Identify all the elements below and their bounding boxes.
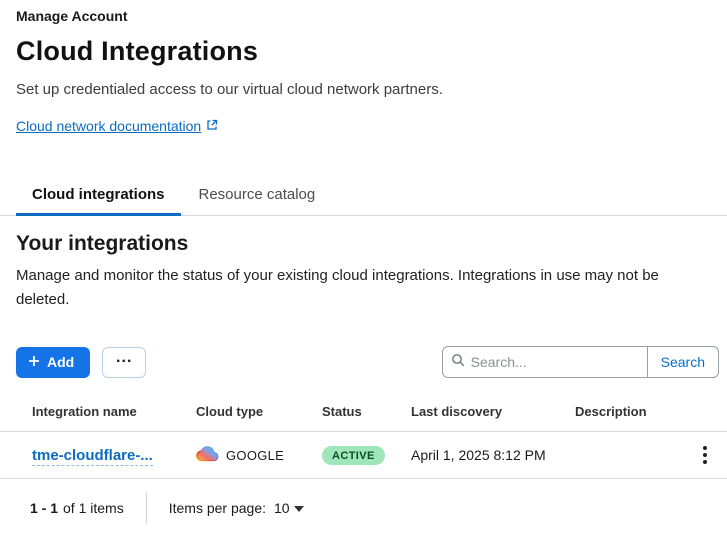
search-icon — [451, 353, 465, 372]
tab-bar: Cloud integrations Resource catalog — [0, 176, 727, 216]
column-header-status: Status — [322, 404, 411, 419]
table-row: tme-cloudflare-... — [0, 432, 727, 479]
search-button[interactable]: Search — [647, 346, 719, 378]
column-header-integration-name: Integration name — [32, 404, 196, 419]
search-box — [442, 346, 647, 378]
page-title: Cloud Integrations — [16, 36, 719, 67]
column-header-cloud-type: Cloud type — [196, 404, 322, 419]
kebab-menu-icon[interactable] — [697, 442, 713, 468]
column-header-description: Description — [575, 404, 677, 419]
integration-name-text: tme-cloudflare-... — [32, 447, 153, 466]
tab-resource-catalog[interactable]: Resource catalog — [183, 176, 332, 215]
pagination-total: of 1 items — [63, 500, 124, 516]
pagination-bar: 1 - 1 of 1 items Items per page: 10 — [0, 479, 727, 537]
add-button-label: Add — [47, 354, 74, 370]
items-per-page: Items per page: 10 — [169, 500, 304, 516]
breadcrumb: Manage Account — [16, 8, 719, 24]
search-group: Search — [442, 346, 719, 378]
items-per-page-value: 10 — [274, 500, 290, 516]
integration-name-link[interactable]: tme-cloudflare-... — [32, 447, 196, 464]
plus-icon — [28, 354, 40, 370]
cloud-type-cell: GOOGLE — [196, 444, 322, 466]
cloud-docs-link[interactable]: Cloud network documentation — [16, 118, 218, 134]
status-badge: ACTIVE — [322, 446, 385, 465]
status-cell: ACTIVE — [322, 446, 411, 465]
table-header-row: Integration name Cloud type Status Last … — [0, 404, 727, 432]
pagination-range: 1 - 1 — [30, 500, 58, 516]
external-link-icon — [206, 118, 218, 134]
tab-resource-catalog-label: Resource catalog — [199, 186, 316, 203]
tab-cloud-integrations[interactable]: Cloud integrations — [16, 176, 181, 215]
integrations-table: Integration name Cloud type Status Last … — [0, 404, 727, 479]
last-discovery-cell: April 1, 2025 8:12 PM — [411, 447, 575, 463]
column-header-last-discovery: Last discovery — [411, 404, 575, 419]
overflow-menu-button[interactable]: ... — [102, 347, 146, 378]
cloud-type-label: GOOGLE — [226, 448, 284, 463]
search-input[interactable] — [471, 354, 639, 370]
cloud-integrations-page: Manage Account Cloud Integrations Set up… — [0, 0, 727, 537]
page-subtitle: Set up credentialed access to our virtua… — [16, 81, 719, 98]
items-per-page-select[interactable]: 10 — [274, 500, 304, 516]
section-description: Manage and monitor the status of your ex… — [16, 264, 716, 312]
google-cloud-icon — [196, 444, 219, 466]
section-title: Your integrations — [16, 232, 719, 256]
items-per-page-label: Items per page: — [169, 500, 266, 516]
tab-cloud-integrations-label: Cloud integrations — [32, 186, 165, 203]
chevron-down-icon — [294, 506, 304, 512]
footer-divider — [146, 493, 147, 523]
cloud-docs-link-label: Cloud network documentation — [16, 118, 201, 134]
table-toolbar: Add ... Search — [0, 346, 727, 378]
add-button[interactable]: Add — [16, 347, 90, 378]
